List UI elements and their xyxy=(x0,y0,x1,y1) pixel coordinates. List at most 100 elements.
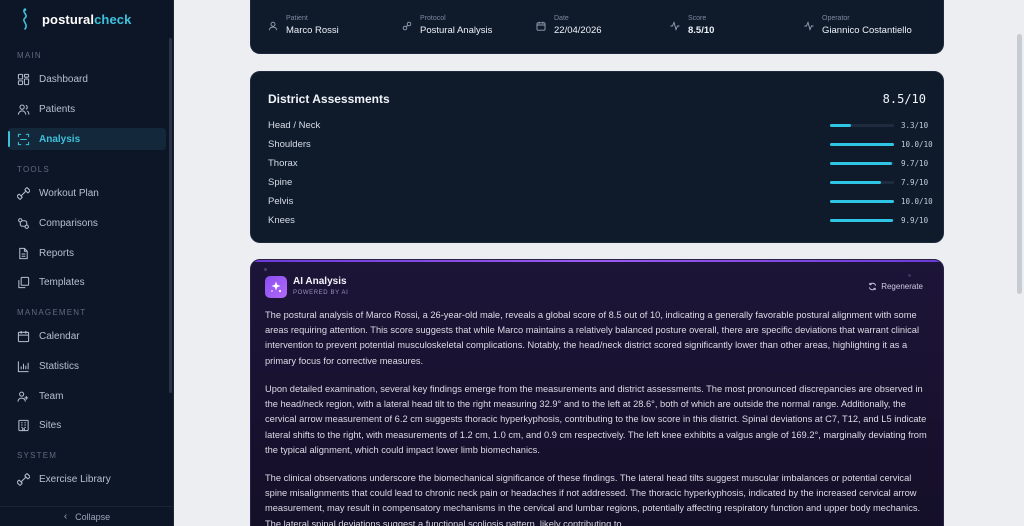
district-score-fill xyxy=(830,162,893,165)
section-label-tools: TOOLS xyxy=(17,165,50,174)
district-score-bar xyxy=(830,162,894,165)
sidebar-item-label: Patients xyxy=(39,103,76,115)
district-score-value: 10.0/10 xyxy=(901,140,933,149)
calendar-icon xyxy=(536,21,546,31)
district-score-bar xyxy=(830,219,894,222)
ai-paragraph: Upon detailed examination, several key f… xyxy=(265,384,927,455)
scan-icon xyxy=(17,133,30,145)
district-score-value: 10.0/10 xyxy=(901,197,933,206)
dumbbell-icon xyxy=(17,472,30,486)
dumbbell-icon xyxy=(17,186,30,200)
logo[interactable]: posturalcheck xyxy=(18,8,131,30)
grid-icon xyxy=(17,73,30,85)
protocol-field: Protocol Postural Analysis xyxy=(402,14,492,36)
score-field: Score 8.5/10 xyxy=(670,14,714,36)
collapse-label: Collapse xyxy=(75,511,111,522)
sidebar-item-calendar[interactable]: Calendar xyxy=(8,325,166,347)
operator-field: Operator Giannico Costantiello xyxy=(804,14,912,36)
sidebar-item-exercise-library[interactable]: Exercise Library xyxy=(8,468,166,490)
team-icon xyxy=(17,391,29,402)
district-score-value: 3.3/10 xyxy=(901,121,929,130)
score-value: 8.5/10 xyxy=(688,25,715,36)
calendar-icon xyxy=(17,330,30,342)
sidebar-item-team[interactable]: Team xyxy=(8,385,166,407)
operator-value: Giannico Costantiello xyxy=(822,25,912,36)
sidebar-item-statistics[interactable]: Statistics xyxy=(8,355,166,377)
district-assessments-card: District Assessments 8.5/10 Head / Neck 3… xyxy=(250,71,944,243)
file-icon xyxy=(19,247,28,259)
district-name: Shoulders xyxy=(268,139,311,150)
district-title: District Assessments xyxy=(268,92,390,106)
collapse-button[interactable]: ‹ Collapse xyxy=(0,506,174,526)
district-row: Knees 9.9/10 xyxy=(268,215,928,227)
district-score-bar xyxy=(830,200,894,203)
ai-badge xyxy=(265,276,287,298)
district-score-fill xyxy=(830,181,881,184)
sidebar-item-workout-plan[interactable]: Workout Plan xyxy=(8,182,166,204)
district-score-bar xyxy=(830,143,894,146)
sidebar-item-label: Team xyxy=(39,390,64,402)
date-field: Date 22/04/2026 xyxy=(536,14,602,36)
decorative-dot xyxy=(908,274,911,277)
district-score-fill xyxy=(830,219,894,222)
district-name: Pelvis xyxy=(268,196,294,207)
district-score-fill xyxy=(830,200,894,203)
sidebar-item-label: Templates xyxy=(39,276,85,288)
district-name: Thorax xyxy=(268,158,298,169)
district-row: Shoulders 10.0/10 xyxy=(268,139,933,151)
patient-value: Marco Rossi xyxy=(286,25,339,36)
sidebar-item-analysis[interactable]: Analysis xyxy=(8,128,166,150)
sidebar-scrollbar[interactable] xyxy=(169,38,172,393)
protocol-icon xyxy=(402,21,412,31)
operator-label: Operator xyxy=(822,15,850,22)
session-info-card: Patient Marco Rossi Protocol Postural Anal… xyxy=(250,0,944,54)
sidebar-item-comparisons[interactable]: Comparisons xyxy=(8,212,166,234)
sidebar-item-dashboard[interactable]: Dashboard xyxy=(8,68,166,90)
district-row: Thorax 9.7/10 xyxy=(268,158,928,170)
sidebar-item-patients[interactable]: Patients xyxy=(8,98,166,120)
regenerate-button[interactable]: Regenerate xyxy=(868,282,923,291)
chevron-left-icon: ‹ xyxy=(63,511,68,522)
sidebar: posturalcheck MAIN Dashboard Patients An… xyxy=(0,0,174,526)
ai-accent-line xyxy=(251,260,943,262)
sidebar-item-reports[interactable]: Reports xyxy=(8,242,166,264)
district-score-bar xyxy=(830,181,894,184)
section-label-system: SYSTEM xyxy=(17,451,58,460)
compare-icon xyxy=(18,217,29,229)
copy-icon xyxy=(18,276,30,288)
district-row: Pelvis 10.0/10 xyxy=(268,196,933,208)
score-label: Score xyxy=(688,15,707,22)
district-score-value: 7.9/10 xyxy=(901,178,929,187)
users-icon xyxy=(17,104,30,115)
decorative-dot xyxy=(264,268,267,271)
protocol-label: Protocol xyxy=(420,15,446,22)
section-label-main: MAIN xyxy=(17,51,42,60)
sidebar-item-label: Workout Plan xyxy=(39,187,99,199)
spine-logo-icon xyxy=(23,8,27,30)
activity-icon xyxy=(804,21,814,31)
sidebar-item-label: Sites xyxy=(39,419,62,431)
sidebar-item-templates[interactable]: Templates xyxy=(8,271,166,293)
sidebar-item-label: Comparisons xyxy=(39,217,98,229)
section-label-management: MANAGEMENT xyxy=(17,308,87,317)
district-name: Knees xyxy=(268,215,295,226)
sparkle-icon xyxy=(271,281,282,293)
district-score-fill xyxy=(830,124,852,127)
district-name: Head / Neck xyxy=(268,120,321,131)
sidebar-item-label: Exercise Library xyxy=(39,473,111,485)
sidebar-item-sites[interactable]: Sites xyxy=(8,414,166,436)
district-score-fill xyxy=(830,143,894,146)
date-label: Date xyxy=(554,15,569,22)
activity-icon xyxy=(670,21,680,31)
district-row: Head / Neck 3.3/10 xyxy=(268,120,928,132)
sidebar-item-label: Reports xyxy=(39,247,75,259)
date-value: 22/04/2026 xyxy=(554,25,602,36)
regenerate-label: Regenerate xyxy=(881,282,923,291)
ai-paragraph: The postural analysis of Marco Rossi, a … xyxy=(265,310,920,366)
sidebar-item-label: Analysis xyxy=(39,133,81,145)
protocol-value: Postural Analysis xyxy=(420,25,493,36)
ai-analysis-card: AI Analysis POWERED BY AI Regenerate The… xyxy=(250,259,944,526)
main-scrollbar[interactable] xyxy=(1017,34,1022,294)
district-name: Spine xyxy=(268,177,293,188)
district-score-bar xyxy=(830,124,894,127)
